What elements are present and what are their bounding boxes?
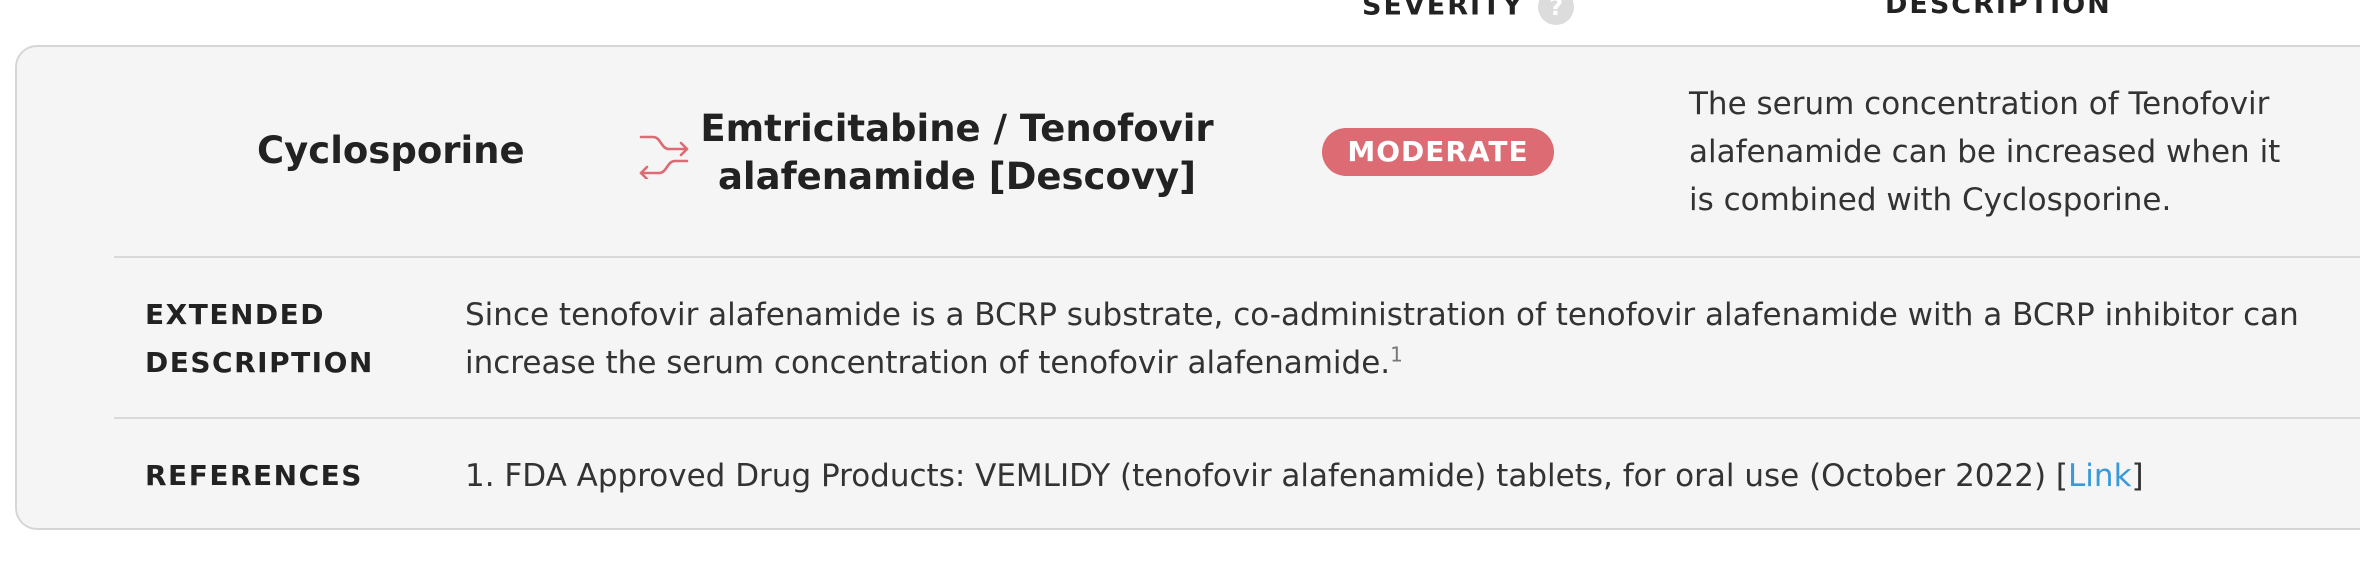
severity-badge: MODERATE xyxy=(1322,128,1554,176)
severity-column-header: SEVERITY? xyxy=(1362,0,1575,25)
severity-header-label: SEVERITY xyxy=(1362,0,1525,22)
footnote-marker[interactable]: 1 xyxy=(1390,343,1403,367)
references-label: REFERENCES xyxy=(145,459,363,492)
extended-description-line-2: increase the serum concentration of teno… xyxy=(465,339,2299,387)
interaction-description: The serum concentration of Tenofovir ala… xyxy=(1689,86,2281,218)
table-header: SEVERITY? DESCRIPTION xyxy=(0,0,2360,40)
drug-b-name: Emtricitabine / Tenofovir alafenamide [D… xyxy=(700,107,1214,198)
drug-a-name: Cyclosporine xyxy=(257,129,525,172)
reference-link[interactable]: Link xyxy=(2068,458,2131,494)
help-icon[interactable]: ? xyxy=(1538,0,1575,25)
swap-arrows-icon xyxy=(639,135,689,179)
extended-description-line-2-text: increase the serum concentration of teno… xyxy=(465,345,1391,381)
reference-item-close: ] xyxy=(2131,458,2144,494)
extended-description-text: Since tenofovir alafenamide is a BCRP su… xyxy=(465,291,2299,387)
divider xyxy=(114,417,2360,419)
extended-description-line-1: Since tenofovir alafenamide is a BCRP su… xyxy=(465,297,2299,333)
extended-description-label: EXTENDED DESCRIPTION xyxy=(145,298,374,379)
reference-item-text: 1. FDA Approved Drug Products: VEMLIDY (… xyxy=(465,458,2069,494)
reference-item: 1. FDA Approved Drug Products: VEMLIDY (… xyxy=(465,452,2144,500)
interaction-card: Cyclosporine Emtricitabine / Tenofovir a… xyxy=(15,45,2360,530)
description-column-header: DESCRIPTION xyxy=(1885,0,2112,20)
divider xyxy=(114,256,2360,258)
